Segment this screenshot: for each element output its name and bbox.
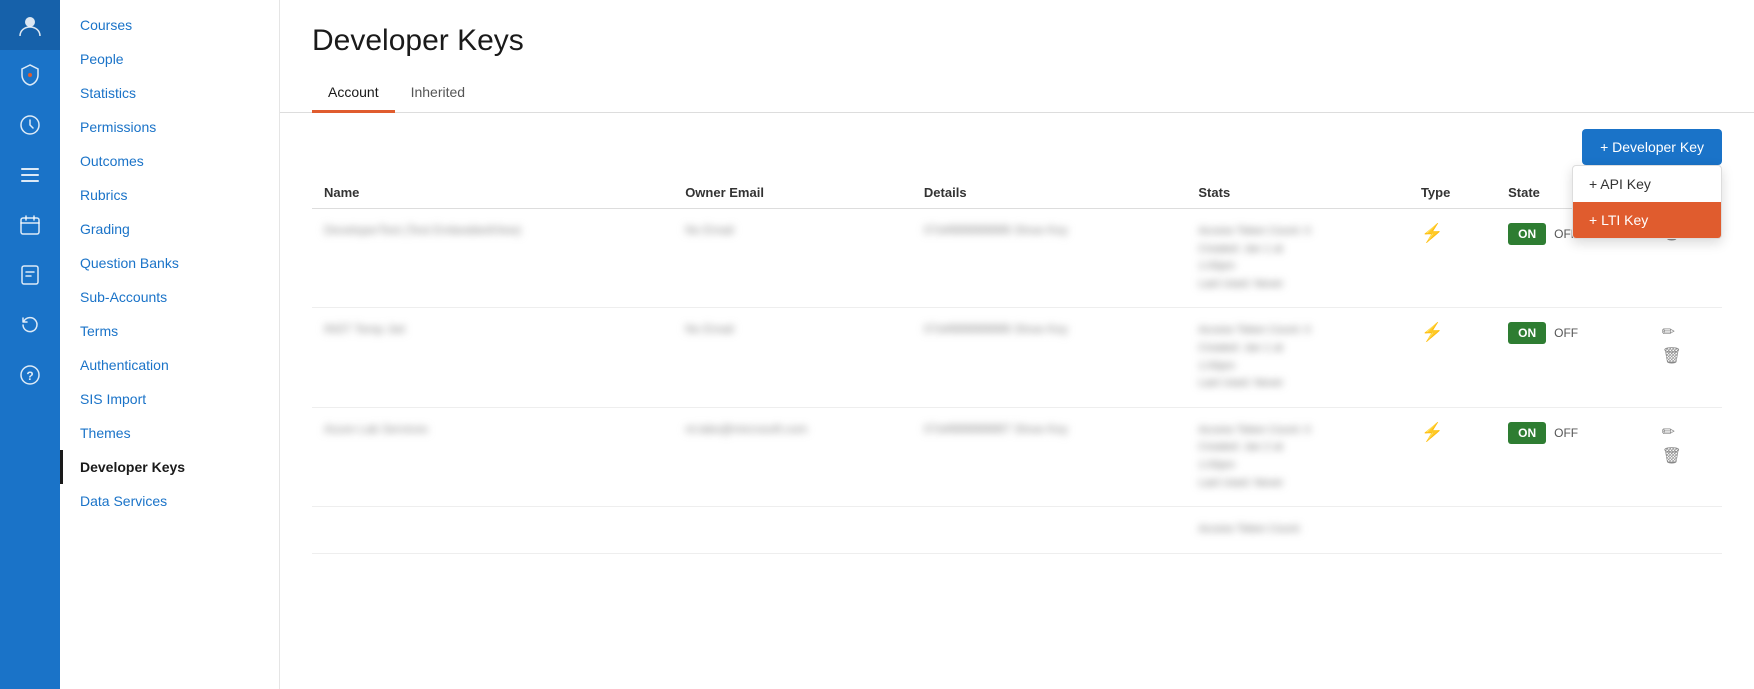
row2-name: INST Temp Jwt xyxy=(324,322,405,336)
col-stats: Stats xyxy=(1186,177,1409,209)
content-area: + Developer Key + API Key + LTI Key Name… xyxy=(280,113,1754,689)
help-icon[interactable]: ? xyxy=(0,350,60,400)
plug-icon: ⚡ xyxy=(1421,223,1443,243)
state-on-badge[interactable]: ON xyxy=(1508,223,1546,245)
dropdown-menu: + API Key + LTI Key xyxy=(1572,165,1722,239)
row3-email: nt.labs@microsoft.com xyxy=(685,422,807,436)
delete-icon[interactable]: 🗑 xyxy=(1662,446,1710,466)
page-header: Developer Keys xyxy=(280,0,1754,74)
sidebar-item-grading[interactable]: Grading xyxy=(60,212,279,246)
table-row: Azure Lab Services nt.labs@microsoft.com… xyxy=(312,407,1722,506)
page-title: Developer Keys xyxy=(312,24,1722,58)
sidebar-item-developer-keys[interactable]: Developer Keys xyxy=(60,450,279,484)
sidebar-item-sis-import[interactable]: SIS Import xyxy=(60,382,279,416)
row3-actions: ✏ 🗑 xyxy=(1662,422,1710,466)
row2-actions: ✏ 🗑 xyxy=(1662,322,1710,366)
table-row: INST Temp Jwt No Email 07d4f8f8f8f8f8f8 … xyxy=(312,308,1722,407)
sidebar-item-themes[interactable]: Themes xyxy=(60,416,279,450)
state-on-badge[interactable]: ON xyxy=(1508,322,1546,344)
row1-name: DeveloperTest (Test EmbeddedView) xyxy=(324,223,521,237)
sidebar-item-terms[interactable]: Terms xyxy=(60,314,279,348)
row2-details: 07d4f8f8f8f8f8f8 Show Key xyxy=(924,322,1068,336)
sidebar-item-question-banks[interactable]: Question Banks xyxy=(60,246,279,280)
row1-email: No Email xyxy=(685,223,734,237)
sidebar-item-people[interactable]: People xyxy=(60,42,279,76)
col-type: Type xyxy=(1409,177,1496,209)
col-owner-email: Owner Email xyxy=(673,177,912,209)
plug-icon: ⚡ xyxy=(1421,422,1443,442)
table-row: DeveloperTest (Test EmbeddedView) No Ema… xyxy=(312,209,1722,308)
row4-stats: Access Token Count: xyxy=(1198,521,1397,539)
sidebar-item-sub-accounts[interactable]: Sub-Accounts xyxy=(60,280,279,314)
row1-details: 07d4f8f8f8f8f8f8 Show Key xyxy=(924,223,1068,237)
sidebar-item-statistics[interactable]: Statistics xyxy=(60,76,279,110)
plug-icon: ⚡ xyxy=(1421,322,1443,342)
row3-details: 07d4f8f8f8f8f8f7 Show Key xyxy=(924,422,1068,436)
refresh-icon[interactable] xyxy=(0,300,60,350)
tab-inherited[interactable]: Inherited xyxy=(395,74,481,113)
sidebar-item-courses[interactable]: Courses xyxy=(60,8,279,42)
row3-stats: Access Token Count: 0 Created: Jan 2 at … xyxy=(1198,422,1397,492)
sidebar-item-outcomes[interactable]: Outcomes xyxy=(60,144,279,178)
table-row: Access Token Count: xyxy=(312,507,1722,554)
sidebar-item-data-services[interactable]: Data Services xyxy=(60,484,279,518)
row1-stats: Access Token Count: 0 Created: Jan 1 at … xyxy=(1198,223,1397,293)
dropdown-api-key[interactable]: + API Key xyxy=(1573,166,1721,202)
avatar-icon[interactable] xyxy=(0,0,60,50)
calendar-icon[interactable] xyxy=(0,200,60,250)
row3-state: ON OFF xyxy=(1508,422,1637,444)
sidebar-item-rubrics[interactable]: Rubrics xyxy=(60,178,279,212)
row2-state: ON OFF xyxy=(1508,322,1637,344)
icon-rail: ? xyxy=(0,0,60,689)
developer-keys-table: Name Owner Email Details Stats Type Stat… xyxy=(312,177,1722,554)
row2-email: No Email xyxy=(685,322,734,336)
sidebar-item-authentication[interactable]: Authentication xyxy=(60,348,279,382)
state-off-label: OFF xyxy=(1554,326,1578,340)
col-details: Details xyxy=(912,177,1186,209)
list-icon[interactable] xyxy=(0,150,60,200)
state-off-label: OFF xyxy=(1554,426,1578,440)
col-name: Name xyxy=(312,177,673,209)
tab-account[interactable]: Account xyxy=(312,74,395,113)
svg-text:?: ? xyxy=(26,369,33,383)
main-content: Developer Keys Account Inherited + Devel… xyxy=(280,0,1754,689)
row2-stats: Access Token Count: 0 Created: Jan 1 at … xyxy=(1198,322,1397,392)
dropdown-lti-key[interactable]: + LTI Key xyxy=(1573,202,1721,238)
delete-icon[interactable]: 🗑 xyxy=(1662,346,1710,366)
add-developer-key-button[interactable]: + Developer Key xyxy=(1582,129,1722,165)
shield-icon[interactable] xyxy=(0,50,60,100)
report-icon[interactable] xyxy=(0,250,60,300)
state-on-badge[interactable]: ON xyxy=(1508,422,1546,444)
clock-icon[interactable] xyxy=(0,100,60,150)
row3-name: Azure Lab Services xyxy=(324,422,428,436)
edit-icon[interactable]: ✏ xyxy=(1662,422,1710,442)
edit-icon[interactable]: ✏ xyxy=(1662,322,1710,342)
sidebar-item-permissions[interactable]: Permissions xyxy=(60,110,279,144)
sidebar: Courses People Statistics Permissions Ou… xyxy=(60,0,280,689)
tab-bar: Account Inherited xyxy=(280,74,1754,113)
